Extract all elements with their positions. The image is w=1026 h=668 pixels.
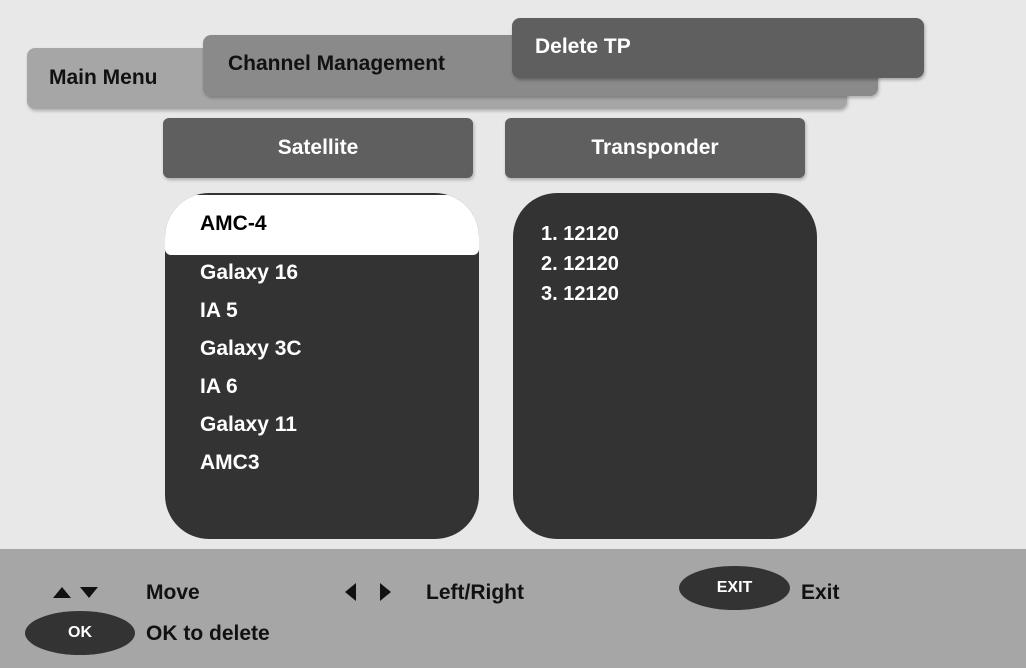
ok-to-delete-hint: OK to delete <box>146 622 270 645</box>
satellite-item[interactable]: Galaxy 3C <box>165 330 479 368</box>
triangle-up-icon <box>53 587 71 598</box>
satellite-item[interactable]: Galaxy 16 <box>165 254 479 292</box>
tab-channel-management-label: Channel Management <box>228 52 446 75</box>
move-hint: Move <box>146 581 200 604</box>
satellite-list[interactable]: AMC-4 Galaxy 16 IA 5 Galaxy 3C IA 6 Gala… <box>165 193 479 539</box>
tab-main-menu-label: Main Menu <box>49 66 158 89</box>
exit-button[interactable]: EXIT <box>679 566 790 610</box>
satellite-item[interactable]: IA 6 <box>165 368 479 406</box>
page-title: Delete TP <box>535 35 631 58</box>
help-bar: Move Left/Right EXIT Exit OK OK to delet… <box>0 549 1026 668</box>
satellite-item[interactable]: AMC3 <box>165 444 479 482</box>
left-right-hint: Left/Right <box>426 581 524 604</box>
transponder-item[interactable]: 3. 12120 <box>541 278 619 310</box>
satellite-item[interactable]: Galaxy 11 <box>165 406 479 444</box>
ok-button[interactable]: OK <box>25 611 135 655</box>
triangle-left-icon <box>345 583 356 601</box>
satellite-header-label: Satellite <box>277 136 359 159</box>
satellite-item-selected[interactable]: AMC-4 <box>165 195 479 255</box>
transponder-header-label: Transponder <box>591 136 719 159</box>
satellite-column-header: Satellite <box>163 118 473 178</box>
exit-hint: Exit <box>801 581 840 604</box>
transponder-item[interactable]: 1. 12120 <box>541 218 619 250</box>
triangle-down-icon <box>80 587 98 598</box>
transponder-list[interactable]: 1. 12120 2. 12120 3. 12120 <box>513 193 817 539</box>
transponder-item[interactable]: 2. 12120 <box>541 248 619 280</box>
satellite-item[interactable]: IA 5 <box>165 292 479 330</box>
transponder-column-header: Transponder <box>505 118 805 178</box>
triangle-right-icon <box>380 583 391 601</box>
tab-delete-tp[interactable]: Delete TP <box>512 18 924 78</box>
